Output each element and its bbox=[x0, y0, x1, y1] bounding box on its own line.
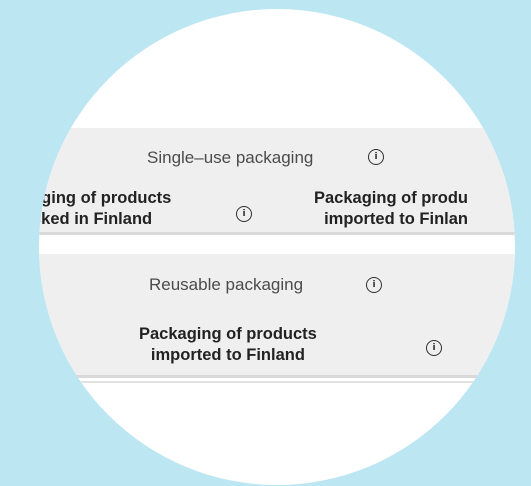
info-icon[interactable] bbox=[426, 340, 442, 356]
column-divider bbox=[79, 387, 80, 417]
imported-label-line1: Packaging of produ bbox=[314, 189, 469, 207]
imported-packaging-label: Packaging of produ imported to Finlan bbox=[314, 188, 468, 230]
single-use-packaging-panel: Single–use packaging aging of products c… bbox=[39, 128, 515, 235]
imported-label-line2: imported to Finlan bbox=[324, 210, 469, 228]
reusable-label-line2: imported to Finland bbox=[150, 346, 305, 364]
info-icon[interactable] bbox=[236, 206, 252, 222]
reusable-header: Reusable packaging bbox=[149, 275, 304, 294]
domestic-label-line2: cked in Finland bbox=[39, 210, 153, 228]
table-row bbox=[39, 381, 515, 423]
domestic-label-line1: aging of products bbox=[39, 189, 172, 207]
reusable-imported-label: Packaging of products imported to Finlan… bbox=[139, 324, 317, 366]
info-icon[interactable] bbox=[368, 149, 384, 165]
single-use-header: Single–use packaging bbox=[147, 148, 314, 167]
circular-crop: Single–use packaging aging of products c… bbox=[39, 9, 515, 485]
reusable-label-line1: Packaging of products bbox=[139, 325, 317, 343]
domestic-packaging-label: aging of products cked in Finland bbox=[39, 188, 171, 230]
reusable-packaging-panel: Reusable packaging Packaging of products… bbox=[39, 254, 515, 378]
info-icon[interactable] bbox=[366, 277, 382, 293]
